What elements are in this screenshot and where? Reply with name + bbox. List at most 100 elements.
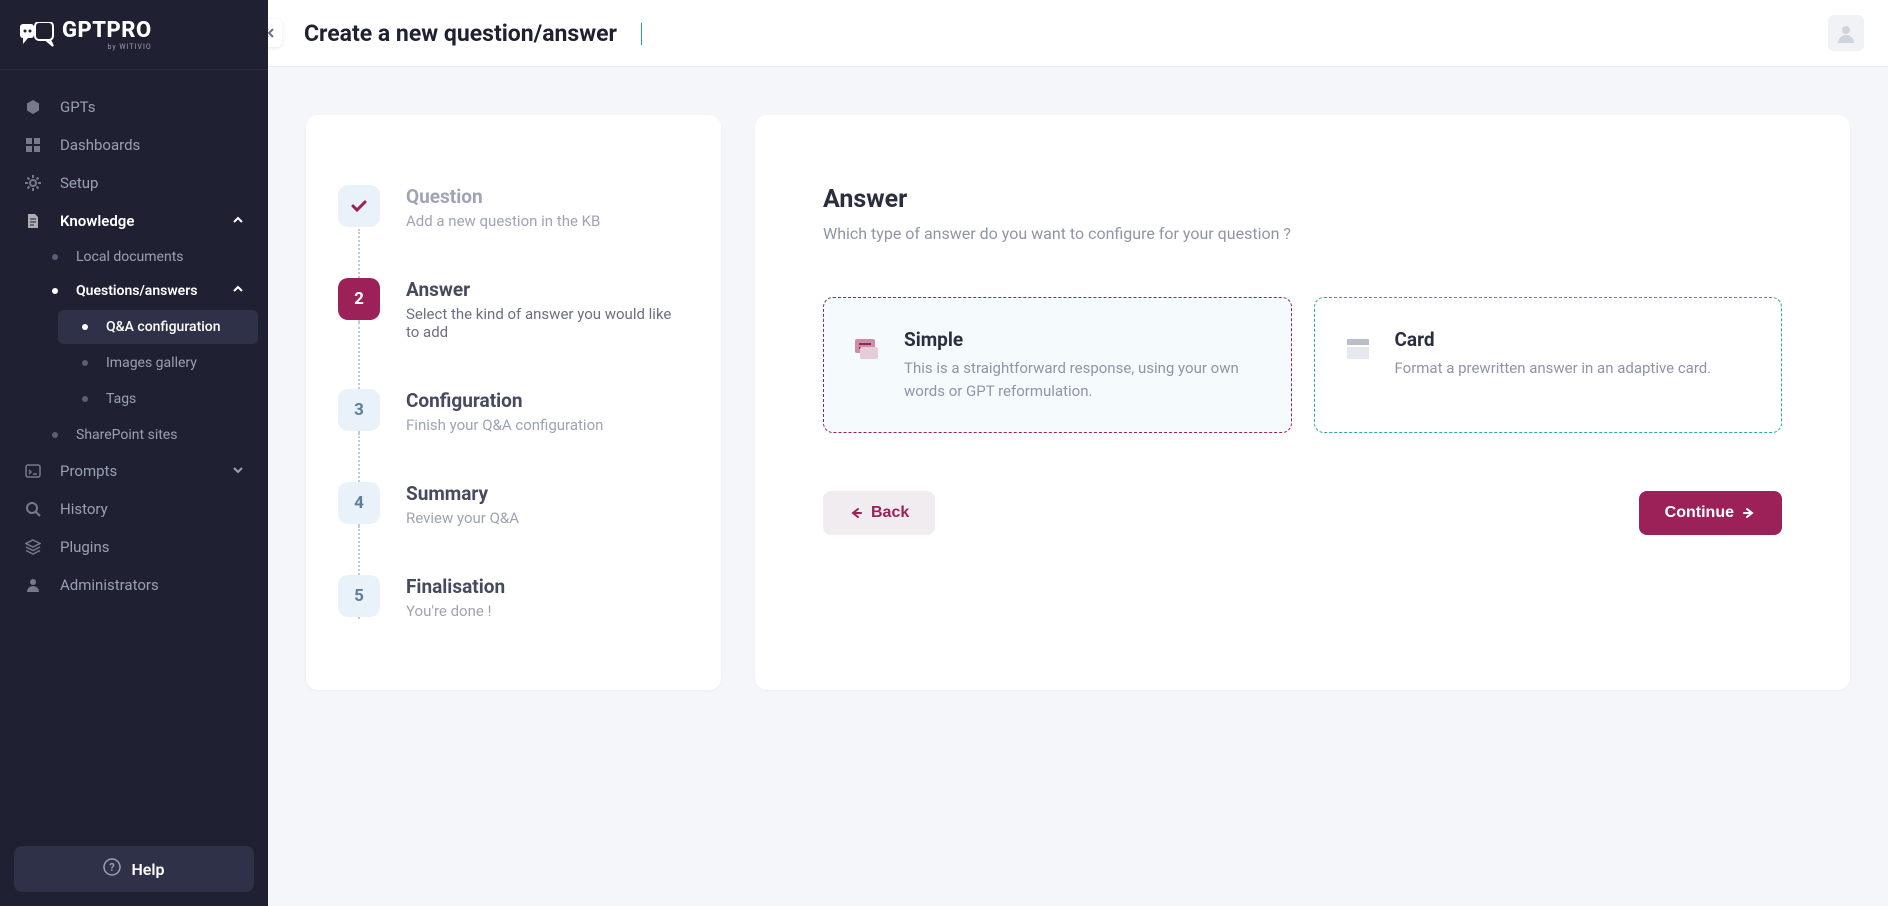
logo-text: GPTPRO <box>62 18 152 43</box>
dot-icon <box>52 288 58 294</box>
steps-panel: Question Add a new question in the KB 2 … <box>306 115 721 690</box>
sidebar-item-dashboards[interactable]: Dashboards <box>0 126 268 164</box>
sidebar-item-label: Tags <box>106 391 136 407</box>
dot-icon <box>82 396 88 402</box>
logo-byline: by WITIVIO <box>62 43 152 51</box>
sidebar-item-label: Plugins <box>60 538 109 556</box>
chevron-up-icon <box>232 212 244 230</box>
help-button[interactable]: ? Help <box>14 846 254 892</box>
header: Create a new question/answer <box>268 0 1888 67</box>
sidebar-item-label: Local documents <box>76 249 184 265</box>
step-desc: You're done ! <box>406 602 505 620</box>
nav: GPTs Dashboards Setup Knowledge <box>0 78 268 832</box>
sidebar-item-questions-answers[interactable]: Questions/answers <box>28 274 268 308</box>
sidebar-item-label: Administrators <box>60 576 159 594</box>
answer-panel: Answer Which type of answer do you want … <box>755 115 1850 690</box>
check-icon <box>350 197 368 215</box>
actions: Back Continue <box>823 491 1782 535</box>
answer-options: Simple This is a straightforward respons… <box>823 297 1782 433</box>
sidebar-item-label: Knowledge <box>60 212 134 230</box>
message-icon <box>850 332 884 366</box>
step-title: Question <box>406 185 600 208</box>
sidebar-item-history[interactable]: History <box>0 490 268 528</box>
step-finalisation: 5 Finalisation You're done ! <box>338 575 681 620</box>
step-desc: Finish your Q&A configuration <box>406 416 603 434</box>
option-desc: Format a prewritten answer in an adaptiv… <box>1395 357 1712 380</box>
back-label: Back <box>871 504 909 522</box>
grid-icon <box>24 136 42 154</box>
sidebar-item-tags[interactable]: Tags <box>58 382 258 416</box>
step-indicator-done <box>338 185 380 227</box>
sidebar-item-gpts[interactable]: GPTs <box>0 88 268 126</box>
step-desc: Select the kind of answer you would like… <box>406 305 681 341</box>
avatar[interactable] <box>1828 15 1864 51</box>
step-question: Question Add a new question in the KB <box>338 185 681 278</box>
chevron-up-icon <box>232 283 244 299</box>
layers-icon <box>24 538 42 556</box>
sidebar: GPTPRO by WITIVIO GPTs Dashboards Setup <box>0 0 268 906</box>
arrow-left-icon <box>849 506 863 520</box>
help-label: Help <box>131 860 164 879</box>
search-icon <box>24 500 42 518</box>
gear-icon <box>24 174 42 192</box>
step-answer: 2 Answer Select the kind of answer you w… <box>338 278 681 389</box>
option-title: Card <box>1395 328 1712 351</box>
sidebar-item-label: Questions/answers <box>76 283 197 299</box>
dot-icon <box>82 324 88 330</box>
sidebar-item-label: Dashboards <box>60 136 140 154</box>
page-title: Create a new question/answer <box>304 20 642 47</box>
step-indicator-pending: 5 <box>338 575 380 617</box>
continue-button[interactable]: Continue <box>1639 491 1782 535</box>
option-title: Simple <box>904 328 1265 351</box>
continue-label: Continue <box>1665 504 1734 522</box>
step-title: Finalisation <box>406 575 505 598</box>
dot-icon <box>52 432 58 438</box>
sidebar-item-setup[interactable]: Setup <box>0 164 268 202</box>
cursor-icon <box>641 23 643 45</box>
sidebar-item-label: History <box>60 500 108 518</box>
divider <box>0 69 268 70</box>
option-simple[interactable]: Simple This is a straightforward respons… <box>823 297 1292 433</box>
content: Question Add a new question in the KB 2 … <box>268 67 1888 738</box>
code-icon <box>24 462 42 480</box>
hexagon-icon <box>24 98 42 116</box>
dot-icon <box>82 360 88 366</box>
option-card[interactable]: Card Format a prewritten answer in an ad… <box>1314 297 1783 433</box>
user-icon <box>1834 21 1858 45</box>
sidebar-item-prompts[interactable]: Prompts <box>0 452 268 490</box>
arrow-right-icon <box>1742 506 1756 520</box>
step-indicator-current: 2 <box>338 278 380 320</box>
answer-heading: Answer <box>823 185 1782 214</box>
sidebar-item-label: Q&A configuration <box>106 319 221 335</box>
sidebar-item-label: GPTs <box>60 98 96 116</box>
sidebar-item-images-gallery[interactable]: Images gallery <box>58 346 258 380</box>
step-indicator-pending: 3 <box>338 389 380 431</box>
main: Create a new question/answer Question Ad… <box>268 0 1888 906</box>
step-desc: Review your Q&A <box>406 509 519 527</box>
back-button[interactable]: Back <box>823 491 935 535</box>
sidebar-item-knowledge[interactable]: Knowledge <box>0 202 268 240</box>
collapse-sidebar-button[interactable] <box>268 19 282 47</box>
chevron-down-icon <box>232 462 244 480</box>
dot-icon <box>52 254 58 260</box>
sidebar-item-local-documents[interactable]: Local documents <box>28 240 268 274</box>
page-title-text: Create a new question/answer <box>304 20 617 47</box>
sidebar-item-plugins[interactable]: Plugins <box>0 528 268 566</box>
step-title: Configuration <box>406 389 603 412</box>
step-title: Answer <box>406 278 681 301</box>
sidebar-item-sharepoint-sites[interactable]: SharePoint sites <box>28 418 268 452</box>
logo[interactable]: GPTPRO by WITIVIO <box>0 0 268 61</box>
step-title: Summary <box>406 482 519 505</box>
sidebar-item-qa-configuration[interactable]: Q&A configuration <box>58 310 258 344</box>
help-icon: ? <box>103 858 121 880</box>
card-icon <box>1341 332 1375 366</box>
sidebar-item-administrators[interactable]: Administrators <box>0 566 268 604</box>
step-configuration: 3 Configuration Finish your Q&A configur… <box>338 389 681 482</box>
step-indicator-pending: 4 <box>338 482 380 524</box>
user-icon <box>24 576 42 594</box>
option-desc: This is a straightforward response, usin… <box>904 357 1265 402</box>
logo-icon <box>20 22 54 48</box>
sidebar-item-label: Setup <box>60 174 98 192</box>
step-desc: Add a new question in the KB <box>406 212 600 230</box>
svg-text:?: ? <box>110 861 116 874</box>
